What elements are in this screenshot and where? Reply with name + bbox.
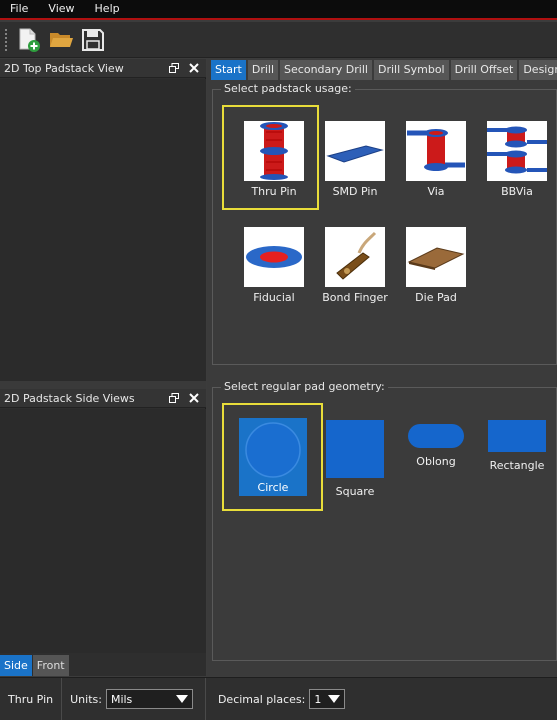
top-view-header: 2D Top Padstack View: [0, 59, 206, 78]
usage-option-bond-finger[interactable]: Bond Finger: [315, 227, 395, 304]
decimal-places-label: Decimal places:: [217, 692, 306, 706]
option-label: Fiducial: [253, 291, 295, 304]
bbvia-icon: [487, 126, 547, 174]
decimal-places-dropdown[interactable]: 1: [309, 689, 346, 709]
usage-option-fiducial[interactable]: Fiducial: [234, 227, 314, 304]
chevron-down-icon: [328, 695, 341, 703]
close-button[interactable]: [186, 60, 202, 76]
units-label: Units:: [70, 692, 102, 706]
menu-view[interactable]: View: [38, 0, 84, 18]
side-views-header: 2D Padstack Side Views: [0, 389, 206, 408]
usage-option-bbvia[interactable]: BBVia: [477, 121, 557, 198]
menu-file[interactable]: File: [0, 0, 38, 18]
tab-drill-offset[interactable]: Drill Offset: [450, 60, 518, 80]
toolbar: [0, 22, 557, 58]
oblong-shape-icon: [408, 424, 464, 448]
close-icon: [189, 63, 199, 73]
option-label: Circle: [257, 481, 289, 494]
usage-group-title: Select padstack usage:: [221, 82, 355, 96]
toolbar-grip[interactable]: [4, 27, 8, 52]
thumbnail: [325, 121, 385, 181]
geometry-option-circle[interactable]: Circle: [231, 418, 315, 496]
thumbnail: [244, 227, 304, 287]
tab-drill[interactable]: Drill: [247, 60, 279, 80]
decimal-places-value: 1: [314, 692, 322, 706]
restore-window-icon: [169, 63, 179, 73]
usage-option-thru-pin[interactable]: Thru Pin: [234, 121, 314, 198]
option-label: Bond Finger: [322, 291, 388, 304]
open-folder-button[interactable]: [46, 25, 76, 55]
menu-bar: File View Help: [0, 0, 557, 20]
restore-window-icon: [169, 393, 179, 403]
square-shape-icon: [326, 420, 384, 478]
thumbnail: [487, 121, 547, 181]
tab-start[interactable]: Start: [211, 60, 246, 80]
thumbnail: [406, 227, 466, 287]
option-label: Oblong: [416, 455, 456, 468]
smd-pin-icon: [326, 145, 384, 163]
side-view-tabs: Side Front: [0, 653, 206, 676]
save-button[interactable]: [78, 25, 108, 55]
top-view-canvas[interactable]: [0, 79, 206, 381]
main-panel: Start Drill Secondary Drill Drill Symbol…: [207, 59, 557, 676]
current-usage-label: Thru Pin: [8, 692, 54, 706]
side-views-canvas[interactable]: [0, 409, 206, 653]
new-file-button[interactable]: [14, 25, 44, 55]
open-folder-icon: [50, 32, 73, 47]
via-icon: [407, 129, 465, 171]
panel-splitter[interactable]: [0, 381, 206, 389]
tab-drill-symbol[interactable]: Drill Symbol: [373, 60, 449, 80]
top-view-title: 2D Top Padstack View: [4, 61, 124, 75]
menu-help[interactable]: Help: [85, 0, 130, 18]
thumbnail: [244, 121, 304, 181]
thru-pin-icon: [260, 122, 288, 180]
rectangle-shape-icon: [488, 420, 546, 452]
side-views-title: 2D Padstack Side Views: [4, 391, 135, 405]
circle-selected-tile: Circle: [239, 418, 307, 496]
float-button[interactable]: [166, 60, 182, 76]
thumbnail: [406, 121, 466, 181]
usage-option-smd-pin[interactable]: SMD Pin: [315, 121, 395, 198]
save-icon: [82, 28, 104, 51]
close-icon: [189, 393, 199, 403]
new-file-icon: [19, 28, 40, 52]
option-label: Die Pad: [415, 291, 457, 304]
left-dock: 2D Top Padstack View 2D Padstack Side Vi…: [0, 59, 206, 676]
tab-side[interactable]: Side: [0, 655, 32, 676]
geometry-option-square[interactable]: Square: [313, 420, 397, 498]
option-label: Via: [427, 185, 445, 198]
option-label: BBVia: [501, 185, 533, 198]
die-pad-icon: [407, 247, 465, 270]
option-label: SMD Pin: [332, 185, 378, 198]
usage-option-die-pad[interactable]: Die Pad: [396, 227, 476, 304]
option-label: Square: [335, 485, 375, 498]
tab-secondary-drill[interactable]: Secondary Drill: [280, 60, 372, 80]
units-value: Mils: [110, 692, 133, 706]
main-tabs: Start Drill Secondary Drill Drill Symbol…: [211, 59, 557, 80]
tab-front[interactable]: Front: [32, 655, 69, 676]
tab-design-layers[interactable]: Design L: [519, 60, 557, 80]
bond-finger-icon: [336, 231, 377, 280]
usage-option-via[interactable]: Via: [396, 121, 476, 198]
geometry-option-oblong[interactable]: Oblong: [394, 424, 478, 468]
geometry-group-title: Select regular pad geometry:: [221, 380, 388, 394]
thumbnail: [325, 227, 385, 287]
units-dropdown[interactable]: Mils: [105, 689, 193, 709]
float-button[interactable]: [166, 390, 182, 406]
option-label: Rectangle: [489, 459, 545, 472]
chevron-down-icon: [175, 695, 188, 703]
option-label: Thru Pin: [251, 185, 297, 198]
circle-shape-icon: [245, 422, 301, 478]
fiducial-icon: [246, 246, 302, 268]
close-button[interactable]: [186, 390, 202, 406]
geometry-option-rectangle[interactable]: Rectangle: [475, 420, 557, 472]
status-bar: Thru Pin Units: Mils Decimal places: 1: [0, 677, 557, 720]
